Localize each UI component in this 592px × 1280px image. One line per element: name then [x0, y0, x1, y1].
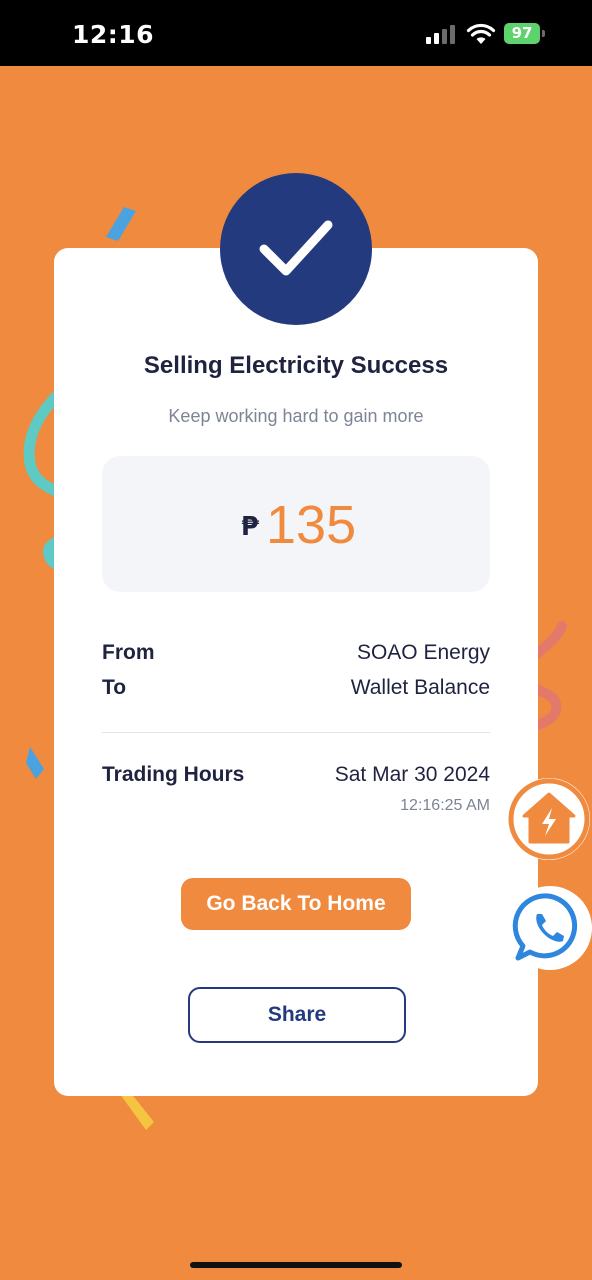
- home-indicator: [190, 1262, 402, 1268]
- home-energy-icon: [508, 778, 590, 860]
- currency-symbol: ₱: [241, 512, 260, 542]
- battery-indicator: 97: [504, 23, 540, 44]
- trading-time: 12:16:25 AM: [400, 797, 490, 814]
- check-icon: [259, 220, 333, 276]
- wifi-icon: [466, 23, 496, 44]
- trading-date: Sat Mar 30 2024: [334, 763, 490, 786]
- confetti-blue-small: [26, 747, 44, 779]
- amount-value: 135: [266, 495, 357, 555]
- status-time: 12:16: [72, 20, 155, 49]
- battery-tip: [542, 30, 545, 37]
- divider: [102, 732, 490, 733]
- amount-box: ₱ 135: [102, 456, 490, 592]
- floating-home-button[interactable]: [508, 778, 590, 860]
- from-value: SOAO Energy: [356, 641, 490, 664]
- from-label: From: [102, 641, 155, 664]
- success-badge: [220, 173, 372, 325]
- floating-whatsapp-button[interactable]: [508, 886, 592, 970]
- trading-hours-label: Trading Hours: [102, 763, 245, 786]
- success-subtitle: Keep working hard to gain more: [168, 406, 424, 426]
- success-card: Selling Electricity Success Keep working…: [54, 248, 538, 1096]
- confetti-blue-piece: [106, 207, 136, 241]
- to-value: Wallet Balance: [350, 676, 490, 699]
- to-label: To: [102, 676, 127, 699]
- success-title: Selling Electricity Success: [143, 352, 449, 379]
- whatsapp-icon: [512, 893, 578, 961]
- confetti-yellow-piece: [120, 1092, 154, 1130]
- share-button[interactable]: Share: [188, 987, 406, 1043]
- status-bar: 12:16 97: [0, 0, 592, 66]
- go-back-home-button[interactable]: Go Back To Home: [181, 878, 411, 930]
- cellular-signal-icon: [426, 24, 458, 44]
